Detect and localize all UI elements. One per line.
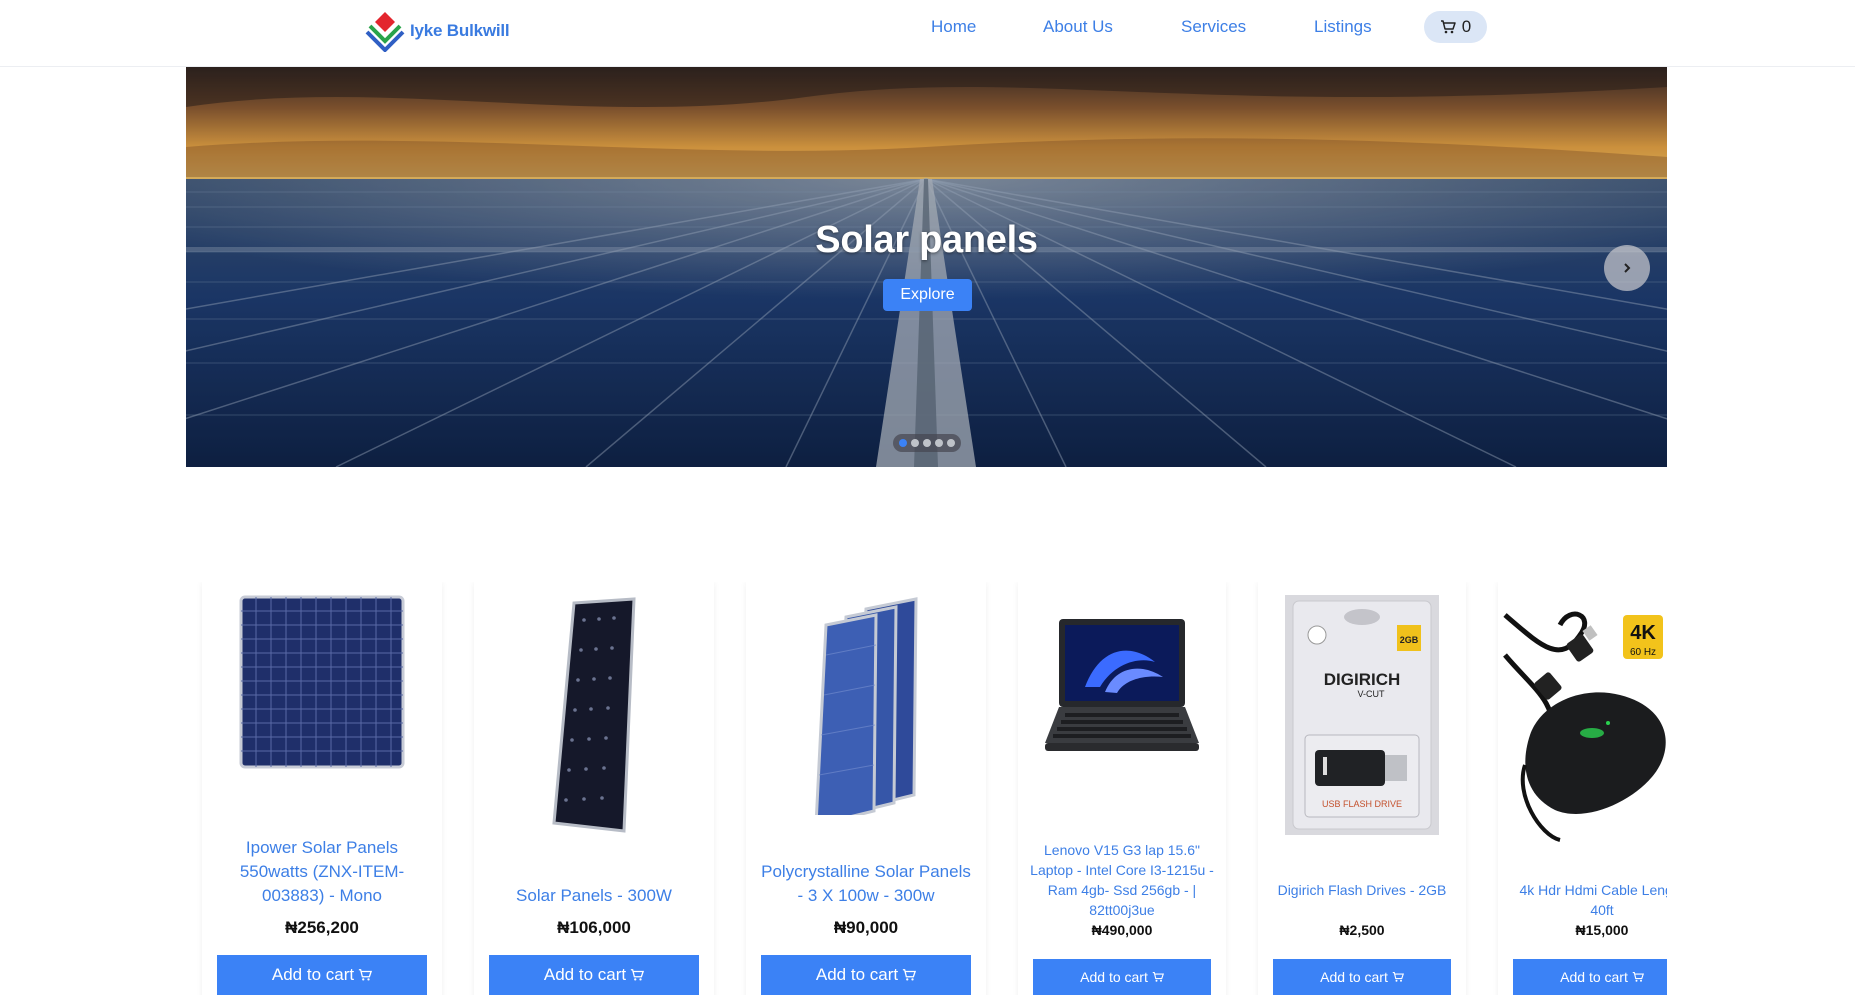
add-to-cart-button[interactable]: Add to cart	[217, 955, 427, 995]
product-image[interactable]: 4K 60 Hz	[1498, 595, 1667, 845]
add-to-cart-label: Add to cart	[271, 965, 355, 984]
product-name[interactable]: 4k Hdr Hdmi Cable Length 40ft	[1508, 880, 1668, 920]
add-to-cart-button[interactable]: Add to cart	[1033, 959, 1211, 995]
cart-plus-icon	[1632, 971, 1644, 982]
product-card: Solar Panels - 300W ₦106,000 Add to cart	[474, 582, 714, 995]
product-image[interactable]	[202, 595, 442, 769]
svg-text:60 Hz: 60 Hz	[1630, 647, 1656, 658]
cart-plus-icon	[902, 969, 917, 981]
add-to-cart-button[interactable]: Add to cart	[1513, 959, 1667, 995]
add-to-cart-label: Add to cart	[1320, 969, 1388, 985]
add-to-cart-label: Add to cart	[1560, 969, 1628, 985]
add-to-cart-label: Add to cart	[815, 965, 899, 984]
add-to-cart-button[interactable]: Add to cart	[1273, 959, 1451, 995]
carousel-dot-4[interactable]	[935, 439, 943, 447]
product-image[interactable]	[746, 595, 986, 815]
brand-link[interactable]: Iyke Bulkwill	[364, 10, 510, 52]
carousel-dot-3[interactable]	[923, 439, 931, 447]
digirich-flash-drive-image: 2GB DIGIRICH V-CUT USB FLASH DRIVE	[1285, 595, 1439, 835]
add-to-cart-label: Add to cart	[543, 965, 627, 984]
cart-button[interactable]: 0	[1424, 11, 1487, 43]
product-card: Lenovo V15 G3 lap 15.6" Laptop - Intel C…	[1018, 582, 1226, 995]
product-name[interactable]: Ipower Solar Panels 550watts (ZNX-ITEM-0…	[212, 836, 432, 908]
lenovo-laptop-image	[1045, 619, 1199, 751]
product-image[interactable]	[474, 595, 714, 835]
product-price: ₦106,000	[557, 918, 631, 937]
cart-plus-icon	[1392, 971, 1404, 982]
brand-name: Iyke Bulkwill	[410, 21, 510, 40]
product-image[interactable]: 2GB DIGIRICH V-CUT USB FLASH DRIVE	[1258, 595, 1466, 835]
logo-icon	[365, 12, 405, 52]
cart-count: 0	[1461, 17, 1472, 36]
hero-background-image	[186, 67, 1667, 467]
solar-panel-mono-image	[239, 595, 405, 769]
hdmi-cable-image: 4K 60 Hz	[1503, 611, 1666, 842]
add-to-cart-button[interactable]: Add to cart	[761, 955, 971, 995]
product-card: 4K 60 Hz 4k Hdr Hdmi Cable Length 40ft ₦…	[1498, 582, 1667, 995]
add-to-cart-button[interactable]: Add to cart	[489, 955, 699, 995]
product-name[interactable]: Solar Panels - 300W	[484, 884, 704, 908]
svg-text:DIGIRICH: DIGIRICH	[1324, 670, 1401, 689]
solar-panel-300w-image	[552, 597, 636, 833]
carousel-dot-1[interactable]	[899, 439, 907, 447]
product-name[interactable]: Digirich Flash Drives - 2GB	[1268, 880, 1456, 900]
carousel-dot-5[interactable]	[947, 439, 955, 447]
carousel-indicators	[893, 434, 961, 452]
cart-plus-icon	[1152, 971, 1164, 982]
hero-carousel: Solar panels Explore	[186, 67, 1667, 467]
product-name[interactable]: Lenovo V15 G3 lap 15.6" Laptop - Intel C…	[1028, 840, 1216, 920]
carousel-next-button[interactable]	[1604, 245, 1650, 291]
product-card: 2GB DIGIRICH V-CUT USB FLASH DRIVE Digir…	[1258, 582, 1466, 995]
hero-title: Solar panels	[815, 219, 1038, 261]
nav-listings[interactable]: Listings	[1314, 15, 1372, 39]
svg-text:V-CUT: V-CUT	[1358, 689, 1386, 699]
nav-home[interactable]: Home	[931, 15, 976, 39]
polycrystalline-panels-image	[814, 597, 918, 815]
product-image[interactable]	[1018, 617, 1226, 767]
svg-text:2GB: 2GB	[1400, 635, 1419, 645]
svg-text:USB FLASH DRIVE: USB FLASH DRIVE	[1322, 799, 1402, 809]
product-card: Polycrystalline Solar Panels - 3 X 100w …	[746, 582, 986, 995]
carousel-dot-2[interactable]	[911, 439, 919, 447]
cart-icon	[1440, 20, 1456, 34]
navbar: Iyke Bulkwill Home About Us Services Lis…	[0, 0, 1855, 67]
product-price: ₦256,200	[285, 918, 359, 937]
cart-plus-icon	[630, 969, 645, 981]
product-list: Ipower Solar Panels 550watts (ZNX-ITEM-0…	[186, 582, 1667, 995]
chevron-right-icon	[1624, 263, 1631, 273]
product-name[interactable]: Polycrystalline Solar Panels - 3 X 100w …	[756, 860, 976, 908]
product-price: ₦2,500	[1339, 922, 1385, 938]
svg-text:4K: 4K	[1630, 622, 1656, 644]
nav-services[interactable]: Services	[1181, 15, 1246, 39]
add-to-cart-label: Add to cart	[1080, 969, 1148, 985]
cart-plus-icon	[358, 969, 373, 981]
explore-button[interactable]: Explore	[883, 279, 972, 311]
product-price: ₦15,000	[1575, 922, 1629, 938]
product-card: Ipower Solar Panels 550watts (ZNX-ITEM-0…	[202, 582, 442, 995]
product-price: ₦90,000	[833, 918, 899, 937]
product-price: ₦490,000	[1091, 922, 1153, 938]
nav-about-us[interactable]: About Us	[1043, 15, 1113, 39]
